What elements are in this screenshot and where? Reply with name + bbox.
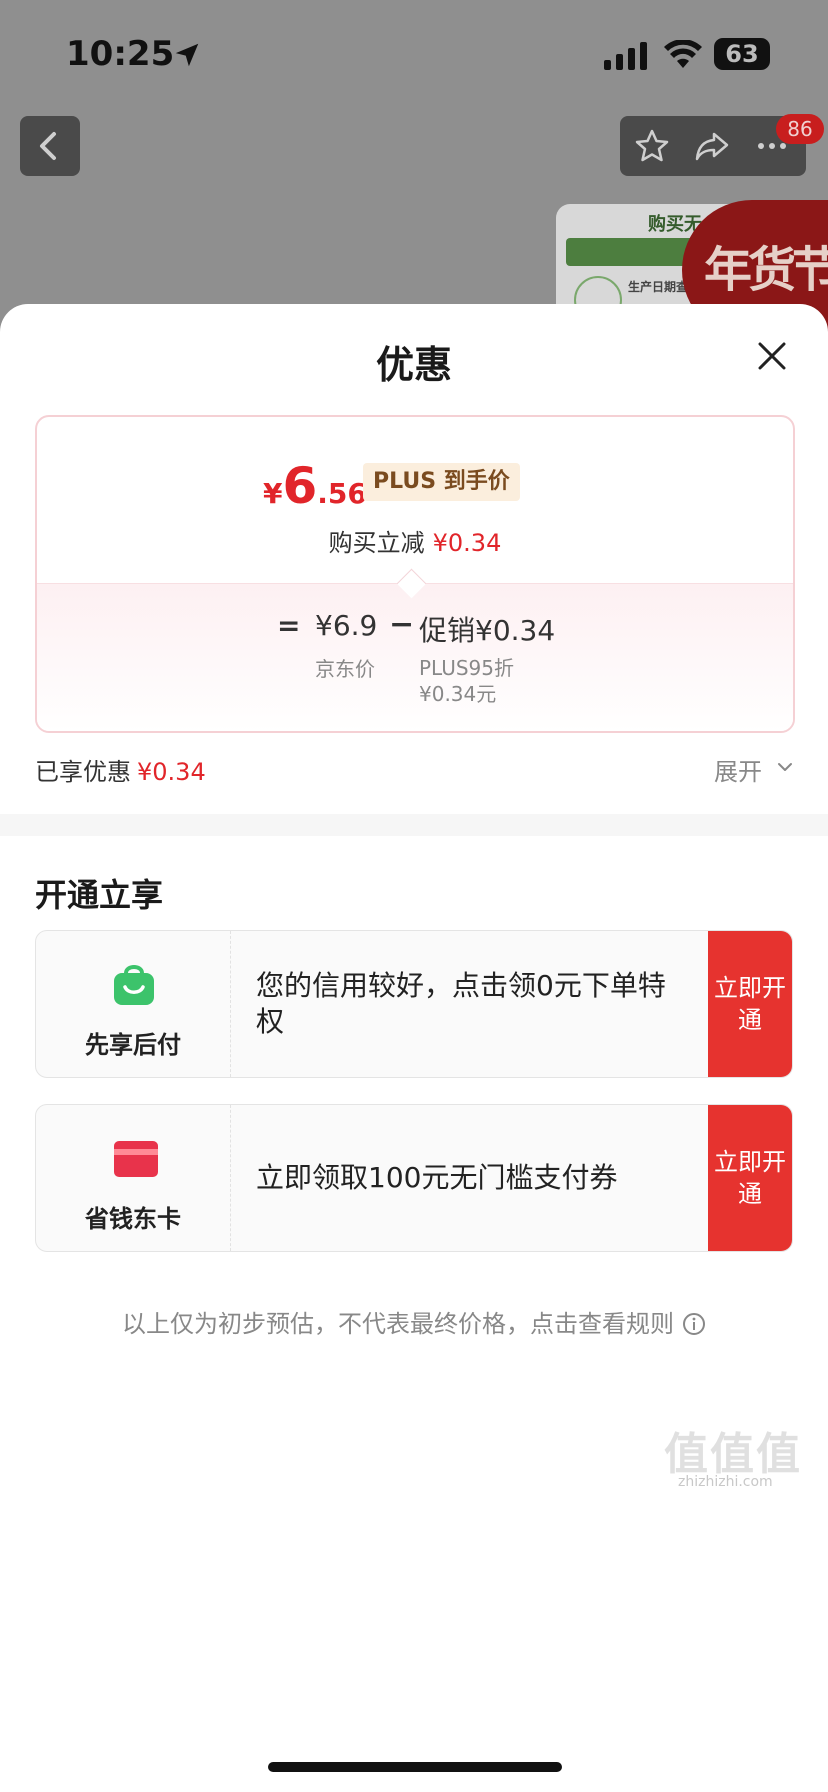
close-icon[interactable]: [756, 340, 788, 372]
battery-icon: 63: [714, 38, 770, 70]
activate-button[interactable]: 立即开通: [708, 931, 792, 1077]
sheet-title: 优惠: [375, 343, 452, 387]
final-price-decimal: .56: [317, 477, 367, 510]
promo-value: 促销¥0.34: [419, 614, 556, 647]
status-bar: 10:25 63: [0, 0, 828, 100]
enjoyed-label: 已享优惠: [35, 758, 131, 786]
equals-sign: =: [277, 609, 301, 642]
disclaimer[interactable]: 以上仅为初步预估，不代表最终价格，点击查看规则: [0, 1304, 828, 1339]
jd-price-label: 京东价: [315, 657, 375, 681]
expand-button[interactable]: 展开: [714, 752, 762, 787]
wifi-icon: [664, 40, 702, 68]
share-icon[interactable]: [694, 128, 730, 164]
watermark: 值值值 zhizhizhi.com: [664, 1418, 824, 1490]
chevron-left-icon: [40, 132, 56, 160]
jd-price: ¥6.9: [315, 609, 378, 642]
offer-name: 省钱东卡: [85, 1205, 181, 1233]
reduce-amount: ¥0.34: [432, 529, 502, 557]
activate-button[interactable]: 立即开通: [708, 1105, 792, 1251]
offer-description: 您的信用较好，点击领0元下单特权: [256, 969, 666, 1038]
enjoyed-discount: 已享优惠 ¥0.34: [35, 752, 206, 787]
disclaimer-text[interactable]: 以上仅为初步预估，不代表最终价格，点击查看规则: [122, 1310, 674, 1338]
promo-note-line2: ¥0.34元: [419, 682, 497, 706]
offer-description: 立即领取100元无门槛支付券: [256, 1161, 618, 1194]
final-price-currency: ¥: [263, 477, 283, 510]
promo-note: PLUS95折 ¥0.34元: [419, 655, 514, 707]
watermark-logo: 值值值: [664, 1429, 802, 1480]
minus-sign: −: [389, 607, 415, 642]
section-divider: [0, 814, 828, 836]
back-button[interactable]: [20, 116, 80, 176]
banner-line-text: 生产日期查: [628, 280, 689, 294]
promo-note-line1: PLUS95折: [419, 656, 514, 680]
status-time: 10:25: [66, 34, 175, 74]
credit-card-icon: [114, 1141, 158, 1177]
offer-card-pay-later[interactable]: 先享后付 您的信用较好，点击领0元下单特权 立即开通: [35, 930, 793, 1078]
home-indicator: [268, 1762, 562, 1772]
discount-sheet: 优惠 ¥6.56 PLUS 到手价 购买立减 ¥0.34 = ¥6.9 − 促销¥…: [0, 304, 828, 1792]
shopping-bag-icon: [114, 965, 154, 1005]
offer-left: 省钱东卡: [36, 1105, 231, 1251]
info-icon[interactable]: [682, 1312, 706, 1336]
message-count-badge: 86: [776, 114, 824, 144]
star-icon[interactable]: [634, 128, 670, 164]
cellular-signal-icon: [604, 42, 647, 70]
price-card: ¥6.56 PLUS 到手价 购买立减 ¥0.34 = ¥6.9 − 促销¥0.3…: [35, 415, 795, 733]
final-price-integer: 6: [282, 457, 318, 515]
section-title: 开通立享: [35, 876, 164, 914]
final-price: ¥6.56: [263, 457, 367, 515]
battery-level: 63: [725, 40, 759, 68]
offer-card-savings-card[interactable]: 省钱东卡 立即领取100元无门槛支付券 立即开通: [35, 1104, 793, 1252]
enjoyed-amount: ¥0.34: [137, 758, 206, 786]
reduce-label: 购买立减: [328, 529, 425, 557]
watermark-url: zhizhizhi.com: [678, 1474, 773, 1490]
offer-name: 先享后付: [85, 1031, 181, 1059]
reduce-line: 购买立减 ¥0.34: [37, 523, 793, 558]
offer-left: 先享后付: [36, 931, 231, 1077]
background-page: 10:25 63 86 购买无 生产日期查 年货节: [0, 0, 828, 340]
price-breakdown-area: [37, 583, 793, 731]
location-arrow-icon: [175, 43, 199, 67]
chevron-down-icon[interactable]: [776, 758, 794, 776]
plus-price-tag: PLUS 到手价: [363, 463, 520, 501]
